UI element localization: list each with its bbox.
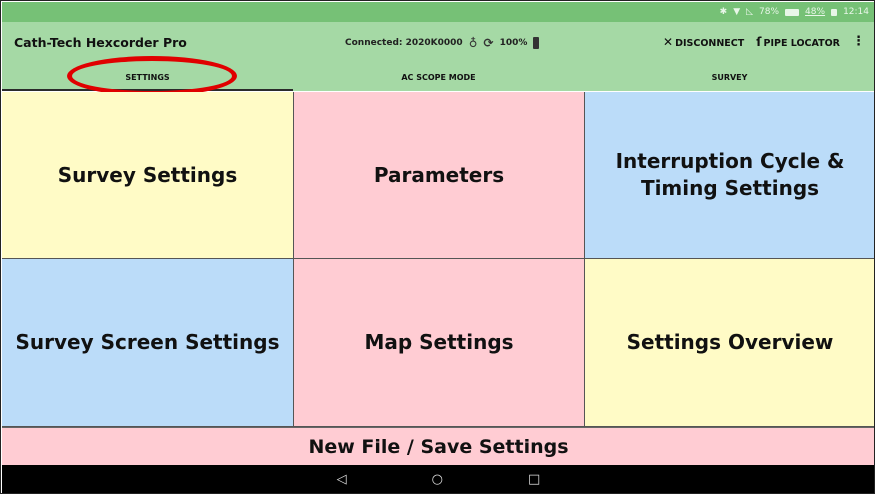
sync-icon: ⟳ bbox=[483, 36, 494, 50]
signal-icon: ◺ bbox=[746, 7, 754, 17]
bluetooth-off-icon: ✕ bbox=[663, 34, 674, 49]
connection-status: Connected: 2020K0000 ♁ ⟳ 100% bbox=[345, 36, 540, 50]
status-bar: ✱ ▼ ◺ 78% 48% 12:14 bbox=[2, 2, 874, 22]
pipe-locator-button[interactable]: ſ PIPE LOCATOR bbox=[756, 35, 840, 49]
android-nav-bar: ◁ ○ □ bbox=[2, 465, 874, 493]
recents-icon[interactable]: □ bbox=[528, 472, 540, 487]
battery-icon bbox=[785, 8, 800, 16]
settings-grid: Survey Settings Parameters Interruption … bbox=[2, 92, 874, 427]
device-battery-icon bbox=[533, 37, 540, 49]
tab-bar: SETTINGS AC SCOPE MODE SURVEY bbox=[2, 64, 874, 91]
interruption-cycle-timing-button[interactable]: Interruption Cycle & Timing Settings bbox=[585, 92, 874, 259]
settings-overview-button[interactable]: Settings Overview bbox=[585, 259, 874, 427]
survey-settings-button[interactable]: Survey Settings bbox=[2, 92, 294, 259]
disconnect-button[interactable]: ✕ DISCONNECT bbox=[663, 35, 744, 49]
tab-ac-scope-mode[interactable]: AC SCOPE MODE bbox=[293, 64, 584, 91]
home-icon[interactable]: ○ bbox=[432, 472, 443, 487]
header-actions: ✕ DISCONNECT ſ PIPE LOCATOR ⋮ bbox=[663, 34, 865, 49]
globe-icon: ♁ bbox=[468, 36, 478, 50]
parameters-button[interactable]: Parameters bbox=[294, 92, 585, 259]
bluetooth-icon: ✱ bbox=[719, 7, 728, 17]
survey-screen-settings-button[interactable]: Survey Screen Settings bbox=[2, 259, 294, 427]
new-file-save-settings-button[interactable]: New File / Save Settings bbox=[2, 427, 874, 465]
tablet-screen: ✱ ▼ ◺ 78% 48% 12:14 Cath-Tech Hexcorder … bbox=[0, 0, 875, 494]
connection-label: Connected: 2020K0000 bbox=[345, 38, 463, 48]
overflow-menu-icon[interactable]: ⋮ bbox=[852, 34, 865, 49]
disconnect-label: DISCONNECT bbox=[675, 37, 745, 49]
pipe-locator-label: PIPE LOCATOR bbox=[763, 37, 840, 49]
battery-icon-2 bbox=[831, 8, 838, 16]
map-settings-button[interactable]: Map Settings bbox=[294, 259, 585, 427]
status-battery-a: 78% bbox=[759, 7, 780, 17]
status-time: 12:14 bbox=[843, 7, 869, 17]
wifi-icon: ▼ bbox=[733, 7, 741, 17]
pipe-locator-icon: ſ bbox=[756, 34, 762, 49]
tab-settings[interactable]: SETTINGS bbox=[2, 64, 293, 91]
back-icon[interactable]: ◁ bbox=[337, 472, 347, 487]
app-title: Cath-Tech Hexcorder Pro bbox=[14, 35, 187, 50]
status-battery-b: 48% bbox=[805, 7, 826, 17]
app-bar: Cath-Tech Hexcorder Pro Connected: 2020K… bbox=[2, 22, 874, 91]
device-battery-label: 100% bbox=[499, 38, 528, 48]
tab-survey[interactable]: SURVEY bbox=[584, 64, 874, 91]
